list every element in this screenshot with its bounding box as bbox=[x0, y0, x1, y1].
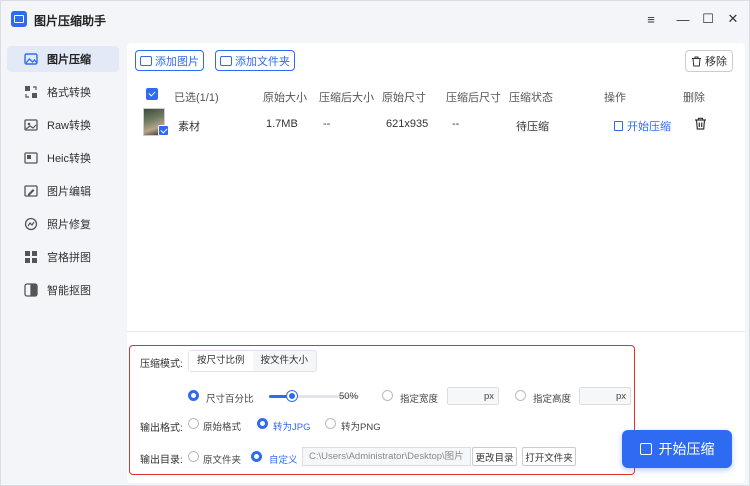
px-unit: px bbox=[615, 390, 626, 402]
format-original-radio[interactable] bbox=[188, 418, 199, 429]
format-png-label: 转为PNG bbox=[341, 422, 381, 433]
px-unit: px bbox=[483, 390, 494, 402]
sidebar-item-label: 智能抠图 bbox=[47, 285, 91, 297]
format-jpg-label: 转为JPG bbox=[273, 422, 311, 433]
add-image-icon bbox=[140, 55, 152, 66]
sidebar-item-label: 照片修复 bbox=[47, 219, 91, 231]
photo-repair-icon bbox=[24, 217, 38, 231]
sidebar-item-label: 图片编辑 bbox=[47, 186, 91, 198]
add-image-label: 添加图片 bbox=[155, 55, 199, 68]
format-label: 输出格式: bbox=[140, 423, 183, 434]
row-checkbox[interactable] bbox=[158, 125, 169, 136]
tab-by-file-size[interactable]: 按文件大小 bbox=[253, 351, 317, 371]
height-radio[interactable] bbox=[515, 390, 526, 401]
start-compress-button[interactable]: 开始压缩 bbox=[622, 430, 732, 468]
minimize-button[interactable]: — bbox=[673, 9, 693, 29]
add-folder-icon bbox=[220, 55, 232, 66]
image-edit-icon bbox=[24, 184, 38, 198]
sidebar-item-format-convert[interactable]: 格式转换 bbox=[7, 79, 119, 105]
header-orig-size: 原始大小 bbox=[263, 92, 307, 104]
format-convert-icon bbox=[24, 85, 38, 99]
add-image-button[interactable]: 添加图片 bbox=[135, 50, 204, 71]
start-compress-label: 开始压缩 bbox=[658, 441, 715, 457]
sidebar-item-image-edit[interactable]: 图片编辑 bbox=[7, 178, 119, 204]
smart-cutout-icon bbox=[24, 283, 38, 297]
sidebar-item-label: 图片压缩 bbox=[47, 54, 91, 66]
sidebar-item-grid-collage[interactable]: 宫格拼图 bbox=[7, 244, 119, 270]
sidebar-item-label: Heic转换 bbox=[47, 153, 92, 165]
app-title: 图片压缩助手 bbox=[34, 14, 107, 28]
app-window: 图片压缩助手 ≡ — ☐ ✕ 图片压缩 格式转换 Raw转换 Heic转换 图片… bbox=[0, 0, 750, 486]
height-input[interactable]: px bbox=[579, 387, 631, 405]
raw-convert-icon bbox=[24, 118, 38, 132]
status-value: 待压缩 bbox=[516, 121, 549, 133]
format-jpg-radio[interactable] bbox=[257, 418, 268, 429]
sidebar: 图片压缩 格式转换 Raw转换 Heic转换 图片编辑 照片修复 宫格拼图 智能… bbox=[1, 37, 125, 485]
sidebar-item-raw-convert[interactable]: Raw转换 bbox=[7, 112, 119, 138]
select-all-checkbox[interactable] bbox=[146, 88, 158, 100]
comp-dim-value: -- bbox=[452, 118, 460, 130]
heic-convert-icon bbox=[24, 151, 38, 165]
close-button[interactable]: ✕ bbox=[723, 9, 743, 29]
header-orig-dim: 原始尺寸 bbox=[382, 92, 426, 104]
maximize-button[interactable]: ☐ bbox=[698, 9, 718, 29]
dir-original-label: 原文件夹 bbox=[203, 455, 242, 466]
add-folder-button[interactable]: 添加文件夹 bbox=[215, 50, 295, 71]
row-start-compress-link[interactable]: 开始压缩 bbox=[614, 118, 671, 134]
header-comp-dim: 压缩后尺寸 bbox=[446, 92, 501, 104]
compress-icon bbox=[614, 121, 623, 131]
mode-tabs: 按尺寸比例 按文件大小 bbox=[188, 350, 318, 372]
remove-button[interactable]: 移除 bbox=[685, 50, 733, 72]
comp-size-value: -- bbox=[323, 118, 331, 130]
percent-value: 50% bbox=[339, 391, 359, 402]
size-percent-label: 尺寸百分比 bbox=[206, 394, 254, 405]
header-status: 压缩状态 bbox=[509, 92, 553, 104]
app-logo-icon bbox=[11, 11, 27, 27]
dir-custom-label: 自定义 bbox=[269, 455, 298, 466]
header-action: 操作 bbox=[604, 92, 626, 104]
slider-knob[interactable] bbox=[287, 391, 297, 401]
sidebar-item-heic-convert[interactable]: Heic转换 bbox=[7, 145, 119, 171]
height-label: 指定高度 bbox=[533, 394, 572, 405]
open-folder-button[interactable]: 打开文件夹 bbox=[522, 447, 576, 466]
sidebar-item-photo-repair[interactable]: 照片修复 bbox=[7, 211, 119, 237]
divider bbox=[127, 331, 745, 332]
width-input[interactable]: px bbox=[447, 387, 499, 405]
row-delete-button[interactable] bbox=[694, 117, 707, 133]
width-label: 指定宽度 bbox=[400, 394, 439, 405]
row-action-label: 开始压缩 bbox=[627, 121, 671, 133]
menu-icon[interactable]: ≡ bbox=[641, 9, 661, 29]
size-percent-radio[interactable] bbox=[188, 390, 199, 401]
sidebar-item-label: Raw转换 bbox=[47, 120, 92, 132]
trash-icon bbox=[695, 117, 706, 130]
change-dir-button[interactable]: 更改目录 bbox=[472, 447, 517, 466]
sidebar-item-label: 宫格拼图 bbox=[47, 252, 91, 264]
add-folder-label: 添加文件夹 bbox=[235, 55, 290, 68]
orig-dim-value: 621x935 bbox=[386, 118, 429, 130]
remove-label: 移除 bbox=[705, 56, 727, 68]
sidebar-item-image-compress[interactable]: 图片压缩 bbox=[7, 46, 119, 72]
mode-label: 压缩模式: bbox=[140, 359, 183, 370]
header-selected: 已选(1/1) bbox=[174, 92, 219, 104]
format-original-label: 原始格式 bbox=[203, 422, 242, 433]
file-name: 素材 bbox=[178, 121, 200, 133]
sidebar-item-smart-cutout[interactable]: 智能抠图 bbox=[7, 277, 119, 303]
header-delete: 删除 bbox=[683, 92, 705, 104]
width-radio[interactable] bbox=[382, 390, 393, 401]
compress-icon bbox=[639, 443, 652, 455]
grid-collage-icon bbox=[24, 250, 38, 264]
orig-size-value: 1.7MB bbox=[266, 118, 298, 130]
dir-label: 输出目录: bbox=[140, 455, 183, 466]
output-path-field[interactable]: C:\Users\Administrator\Desktop\图片 bbox=[302, 447, 471, 466]
format-png-radio[interactable] bbox=[325, 418, 336, 429]
tab-by-dimension[interactable]: 按尺寸比例 bbox=[189, 351, 253, 371]
dir-original-radio[interactable] bbox=[188, 451, 199, 462]
dir-custom-radio[interactable] bbox=[251, 451, 262, 462]
header-comp-size: 压缩后大小 bbox=[319, 92, 374, 104]
sidebar-item-label: 格式转换 bbox=[47, 87, 91, 99]
image-compress-icon bbox=[24, 52, 38, 66]
title-bar: 图片压缩助手 ≡ — ☐ ✕ bbox=[1, 1, 749, 37]
trash-icon bbox=[692, 56, 701, 66]
